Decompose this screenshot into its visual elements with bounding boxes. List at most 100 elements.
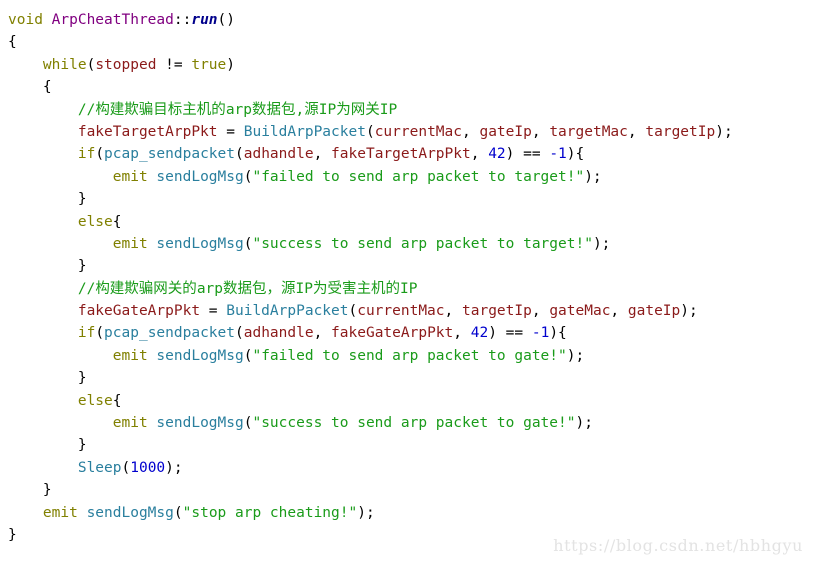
code-token: targetIp: [645, 123, 716, 140]
code-token: 构建欺骗网关的: [95, 280, 197, 297]
code-token: run: [191, 12, 218, 28]
code-token: );: [357, 504, 375, 521]
code-token: emit: [112, 235, 148, 252]
code-line: //构建欺骗网关的arp数据包，源IP为受害主机的IP: [0, 278, 817, 300]
code-token: (: [95, 146, 105, 163]
code-token: sendLogMsg: [156, 415, 244, 432]
code-token: }: [77, 258, 87, 275]
code-token: );: [165, 459, 183, 476]
code-token: BuildArpPacket: [226, 303, 349, 320]
code-token: ) ==: [505, 146, 550, 163]
code-line: else{: [0, 390, 817, 412]
code-token: );: [680, 303, 698, 320]
code-token: IP: [379, 101, 398, 118]
code-token: 为网关: [336, 101, 380, 118]
code-token: 数据包，源: [223, 280, 296, 297]
code-token: ,: [313, 325, 332, 342]
code-token: 为受害主机的: [312, 280, 400, 297]
code-token: ::: [173, 12, 192, 28]
code-token: 源: [304, 101, 319, 118]
code-token: ArpCheatThread: [51, 12, 174, 28]
code-token: "success to send arp packet to gate!": [252, 415, 576, 432]
code-token: (: [365, 123, 375, 140]
code-token: gateMac: [549, 303, 611, 320]
code-token: emit: [112, 168, 148, 185]
code-token: }: [77, 191, 87, 208]
code-token: fakeTargetArpPkt: [77, 123, 218, 140]
code-token: ,: [627, 123, 646, 140]
code-token: adhandle: [243, 146, 314, 163]
code-token: emit: [112, 415, 148, 432]
code-token: else: [77, 213, 113, 230]
code-token: true: [191, 56, 227, 73]
code-token: {: [8, 34, 17, 51]
code-token: sendLogMsg: [86, 504, 174, 521]
code-token: BuildArpPacket: [243, 123, 366, 140]
code-token: ,: [531, 303, 550, 320]
code-line: void ArpCheatThread::run(): [0, 9, 817, 31]
code-line: emit sendLogMsg("stop arp cheating!");: [0, 502, 817, 524]
code-token: //: [77, 280, 96, 297]
code-token: pcap_sendpacket: [104, 146, 235, 163]
code-token: ,: [610, 303, 628, 320]
code-line: emit sendLogMsg("failed to send arp pack…: [0, 166, 817, 188]
code-viewer[interactable]: void ArpCheatThread::run(){ while(stoppe…: [0, 0, 817, 563]
watermark-text: https://blog.csdn.net/hbhgyu: [553, 536, 803, 555]
code-token: 1000: [130, 459, 166, 476]
code-token: ){: [549, 325, 567, 342]
code-token: currentMac: [357, 303, 445, 320]
code-line: while(stopped != true): [0, 54, 817, 76]
code-line: if(pcap_sendpacket(adhandle, fakeTargetA…: [0, 143, 817, 165]
code-line: else{: [0, 211, 817, 233]
code-token: "failed to send arp packet to target!": [252, 168, 585, 185]
code-line: emit sendLogMsg("failed to send arp pack…: [0, 345, 817, 367]
code-token: ,: [462, 123, 480, 140]
code-line: //构建欺骗目标主机的arp数据包,源IP为网关IP: [0, 99, 817, 121]
code-token: "failed to send arp packet to gate!": [252, 347, 567, 364]
code-token: ,: [531, 123, 550, 140]
code-token: }: [77, 370, 87, 387]
code-token: (: [173, 504, 183, 521]
code-token: sendLogMsg: [156, 347, 244, 364]
code-token: 42: [488, 146, 506, 163]
code-token: }: [42, 482, 52, 499]
code-token: (: [86, 56, 96, 73]
code-line: }: [0, 188, 817, 210]
code-token: arp: [196, 280, 224, 297]
code-token: ): [226, 56, 235, 73]
code-token: ,: [313, 146, 332, 163]
code-lines-container: void ArpCheatThread::run(){ while(stoppe…: [0, 9, 817, 546]
code-token: !=: [156, 56, 192, 73]
code-token: ,: [453, 325, 471, 342]
code-line: fakeTargetArpPkt = BuildArpPacket(curren…: [0, 121, 817, 143]
code-token: (: [235, 146, 244, 163]
code-line: {: [0, 76, 817, 98]
code-token: =: [200, 303, 227, 320]
code-token: 构建欺骗目标主机的: [95, 101, 226, 118]
code-token: fakeGateArpPkt: [77, 303, 201, 320]
code-token: if: [77, 325, 96, 342]
code-token: arp: [225, 101, 253, 118]
code-token: sendLogMsg: [156, 235, 244, 252]
code-token: =: [217, 123, 244, 140]
code-line: {: [0, 31, 817, 53]
code-token: ){: [566, 146, 585, 163]
code-token: void: [8, 12, 43, 28]
code-token: );: [592, 235, 611, 252]
code-token: IP: [295, 280, 313, 297]
code-token: fakeTargetArpPkt: [331, 146, 471, 163]
code-token: Sleep: [77, 459, 122, 476]
code-token: }: [8, 526, 17, 543]
